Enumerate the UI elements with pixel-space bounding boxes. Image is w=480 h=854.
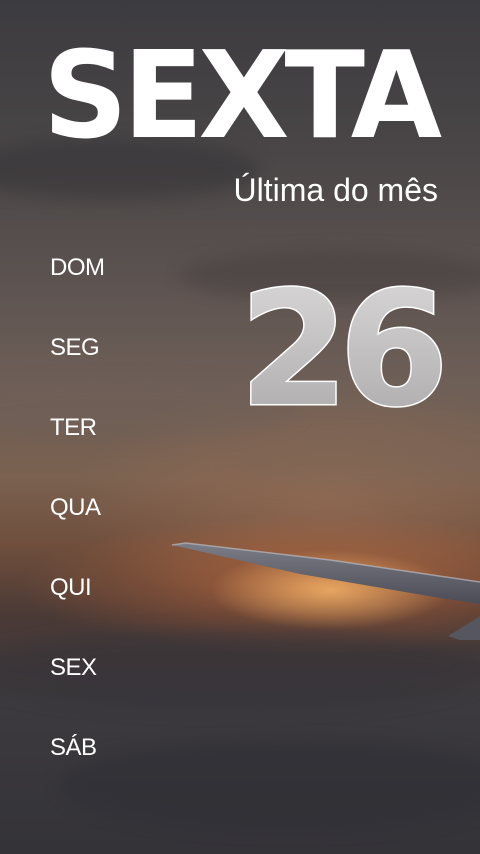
weekday-item-seg: SEG [50,334,100,361]
weekday-item-qua: QUA [50,494,101,521]
weekday-item-sab: SÁB [50,734,97,761]
weekday-item-dom: DOM [50,254,105,281]
page-subtitle: Última do mês [233,172,439,208]
page-title: SEXTA [42,24,442,166]
weekday-list: DOM SEG TER QUA QUI SEX SÁB [50,254,105,814]
day-number-text: 26 [239,276,441,426]
weekday-item-qui: QUI [50,574,92,601]
weekday-item-ter: TER [50,414,97,441]
day-number: 26 [226,276,452,426]
weekday-item-sex: SEX [50,654,97,681]
